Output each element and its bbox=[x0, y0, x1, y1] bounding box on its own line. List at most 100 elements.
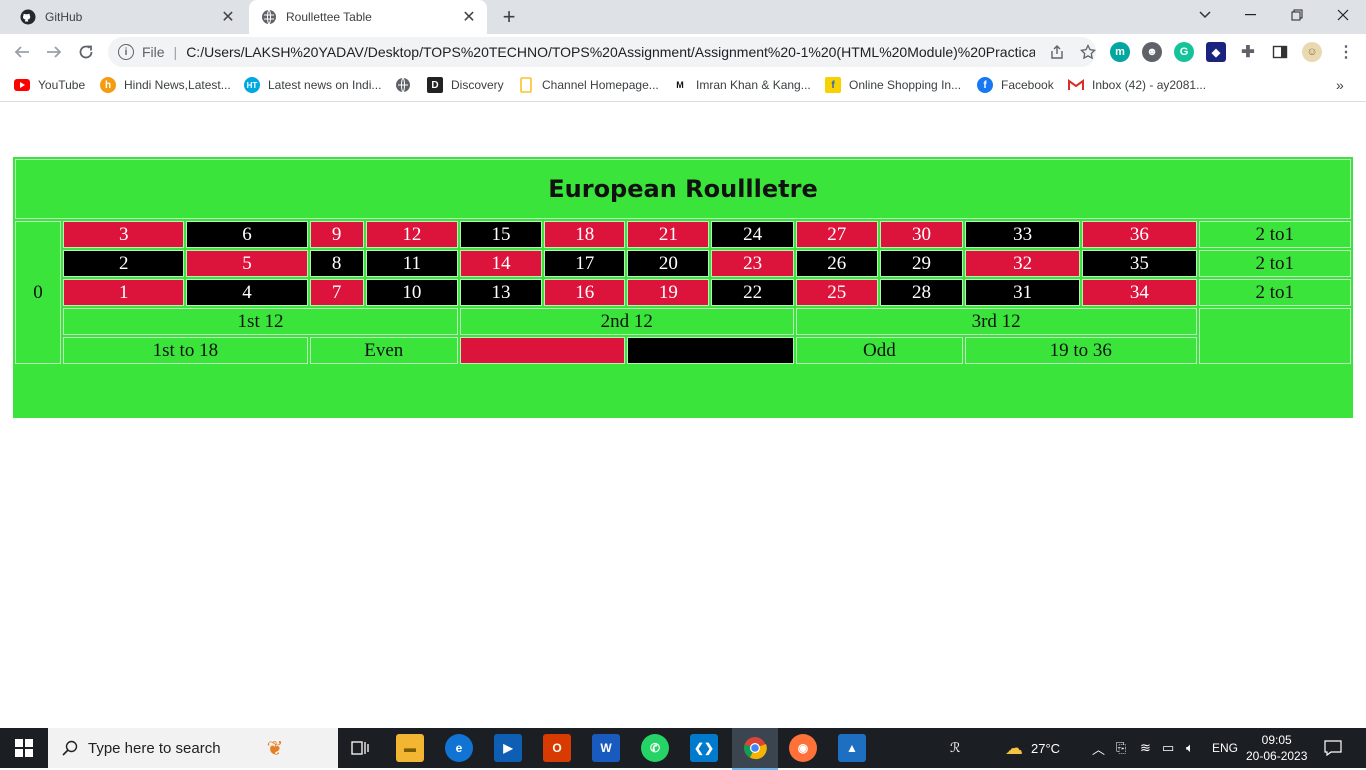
red-bet-cell[interactable] bbox=[459, 337, 626, 364]
battery-icon[interactable]: ▭ bbox=[1162, 728, 1174, 768]
notifications-icon[interactable] bbox=[1324, 728, 1342, 768]
word-icon[interactable]: W bbox=[592, 734, 620, 762]
number-cell[interactable]: 3 bbox=[63, 221, 185, 248]
number-cell[interactable]: 7 bbox=[309, 279, 364, 306]
vscode-icon[interactable]: ❮❯ bbox=[690, 734, 718, 762]
zero-cell[interactable]: 0 bbox=[15, 221, 62, 364]
weather-widget[interactable]: ☁ 27°C bbox=[1005, 728, 1060, 768]
file-explorer-icon[interactable]: ▬ bbox=[396, 734, 424, 762]
number-cell[interactable]: 5 bbox=[186, 250, 308, 277]
dozen-bet-cell[interactable]: 3rd 12 bbox=[795, 308, 1197, 335]
reload-icon[interactable] bbox=[72, 38, 100, 66]
number-cell[interactable]: 13 bbox=[459, 279, 543, 306]
share-icon[interactable] bbox=[1049, 44, 1065, 60]
close-window-icon[interactable] bbox=[1320, 0, 1366, 30]
grammarly-icon[interactable]: G bbox=[1174, 42, 1194, 62]
number-cell[interactable]: 12 bbox=[365, 221, 458, 248]
new-tab-button[interactable]: + bbox=[497, 4, 521, 29]
number-cell[interactable]: 16 bbox=[544, 279, 626, 306]
photos-icon[interactable]: ▲ bbox=[838, 734, 866, 762]
number-cell[interactable]: 27 bbox=[795, 221, 878, 248]
task-view-icon[interactable] bbox=[346, 734, 374, 762]
info-icon[interactable]: i bbox=[118, 44, 134, 60]
bookmark-hindi-news[interactable]: h Hindi News,Latest... bbox=[100, 76, 231, 94]
bookmark-facebook[interactable]: f Facebook bbox=[977, 76, 1054, 94]
wifi-icon[interactable]: ≋ bbox=[1140, 728, 1151, 768]
close-tab-icon[interactable]: ✕ bbox=[218, 7, 238, 27]
extensions-puzzle-icon[interactable]: ✚ bbox=[1238, 42, 1258, 62]
number-cell[interactable]: 4 bbox=[186, 279, 308, 306]
number-cell[interactable]: 6 bbox=[186, 221, 308, 248]
number-cell[interactable]: 28 bbox=[879, 279, 964, 306]
number-cell[interactable]: 1 bbox=[63, 279, 185, 306]
windows-start-icon[interactable] bbox=[10, 734, 38, 762]
profile-extension-icon[interactable]: ☻ bbox=[1142, 42, 1162, 62]
number-cell[interactable]: 25 bbox=[795, 279, 878, 306]
number-cell[interactable]: 33 bbox=[965, 221, 1081, 248]
language-indicator[interactable]: ENG bbox=[1212, 728, 1238, 768]
firefox-icon[interactable]: ◉ bbox=[789, 734, 817, 762]
odd-bet-cell[interactable]: Odd bbox=[795, 337, 964, 364]
high-bet-cell[interactable]: 19 to 36 bbox=[965, 337, 1197, 364]
number-cell[interactable]: 30 bbox=[879, 221, 964, 248]
number-cell[interactable]: 18 bbox=[544, 221, 626, 248]
even-bet-cell[interactable]: Even bbox=[309, 337, 458, 364]
restore-icon[interactable] bbox=[1274, 0, 1320, 30]
back-arrow-icon[interactable] bbox=[8, 38, 36, 66]
low-bet-cell[interactable]: 1st to 18 bbox=[63, 337, 308, 364]
number-cell[interactable]: 8 bbox=[309, 250, 364, 277]
tab-search-chevron-icon[interactable] bbox=[1182, 0, 1228, 30]
bookmark-globe[interactable] bbox=[395, 76, 419, 94]
number-cell[interactable]: 21 bbox=[627, 221, 710, 248]
bookmark-imran-khan[interactable]: M Imran Khan & Kang... bbox=[672, 76, 810, 94]
volume-icon[interactable]: 🔈︎ bbox=[1186, 728, 1194, 768]
number-cell[interactable]: 22 bbox=[711, 279, 794, 306]
column-bet-cell[interactable]: 2 to1 bbox=[1198, 221, 1351, 248]
number-cell[interactable]: 19 bbox=[627, 279, 710, 306]
forward-arrow-icon[interactable] bbox=[40, 38, 68, 66]
tab-roullettee-table[interactable]: Roullettee Table ✕ bbox=[249, 0, 487, 34]
dozen-bet-cell[interactable]: 2nd 12 bbox=[459, 308, 794, 335]
close-tab-icon[interactable]: ✕ bbox=[459, 7, 479, 27]
bookmark-star-icon[interactable] bbox=[1080, 44, 1097, 60]
number-cell[interactable]: 26 bbox=[795, 250, 878, 277]
meet-now-icon[interactable]: ⎘ bbox=[1116, 728, 1126, 768]
number-cell[interactable]: 15 bbox=[459, 221, 543, 248]
number-cell[interactable]: 11 bbox=[365, 250, 458, 277]
number-cell[interactable]: 34 bbox=[1082, 279, 1197, 306]
whatsapp-icon[interactable]: ✆ bbox=[641, 734, 669, 762]
bookmark-channel-homepage[interactable]: Channel Homepage... bbox=[518, 76, 659, 94]
minimize-icon[interactable] bbox=[1228, 0, 1274, 30]
chrome-icon[interactable] bbox=[732, 728, 778, 770]
office-icon[interactable]: O bbox=[543, 734, 571, 762]
black-bet-cell[interactable] bbox=[627, 337, 794, 364]
bookmark-youtube[interactable]: YouTube bbox=[14, 76, 85, 94]
dozen-bet-cell[interactable]: 1st 12 bbox=[63, 308, 458, 335]
number-cell[interactable]: 31 bbox=[965, 279, 1081, 306]
profile-avatar[interactable]: ☺ bbox=[1302, 42, 1322, 62]
tab-github[interactable]: GitHub ✕ bbox=[8, 0, 246, 34]
number-cell[interactable]: 29 bbox=[879, 250, 964, 277]
address-bar[interactable]: i File | C:/Users/LAKSH%20YADAV/Desktop/… bbox=[108, 37, 1097, 67]
more-bookmarks-chevron-icon[interactable]: » bbox=[1336, 76, 1344, 94]
extension-app-icon[interactable]: ◆ bbox=[1206, 42, 1226, 62]
m-extension-icon[interactable]: m bbox=[1110, 42, 1130, 62]
number-cell[interactable]: 35 bbox=[1082, 250, 1197, 277]
bookmark-inbox[interactable]: Inbox (42) - ay2081... bbox=[1068, 76, 1206, 94]
taskbar-search-box[interactable]: Type here to search ❦ bbox=[48, 728, 338, 768]
number-cell[interactable]: 17 bbox=[544, 250, 626, 277]
column-bet-cell[interactable]: 2 to1 bbox=[1198, 279, 1351, 306]
media-player-icon[interactable]: ▶ bbox=[494, 734, 522, 762]
bookmark-online-shopping[interactable]: f Online Shopping In... bbox=[825, 76, 961, 94]
url-text[interactable]: C:/Users/LAKSH%20YADAV/Desktop/TOPS%20TE… bbox=[186, 44, 1035, 60]
number-cell[interactable]: 24 bbox=[711, 221, 794, 248]
number-cell[interactable]: 36 bbox=[1082, 221, 1197, 248]
edge-icon[interactable]: e bbox=[445, 734, 473, 762]
number-cell[interactable]: 14 bbox=[459, 250, 543, 277]
number-cell[interactable]: 2 bbox=[63, 250, 185, 277]
number-cell[interactable]: 9 bbox=[309, 221, 364, 248]
number-cell[interactable]: 23 bbox=[711, 250, 794, 277]
menu-kebab-icon[interactable]: ⋮ bbox=[1336, 42, 1356, 62]
number-cell[interactable]: 32 bbox=[965, 250, 1081, 277]
side-panel-icon[interactable] bbox=[1270, 42, 1290, 62]
